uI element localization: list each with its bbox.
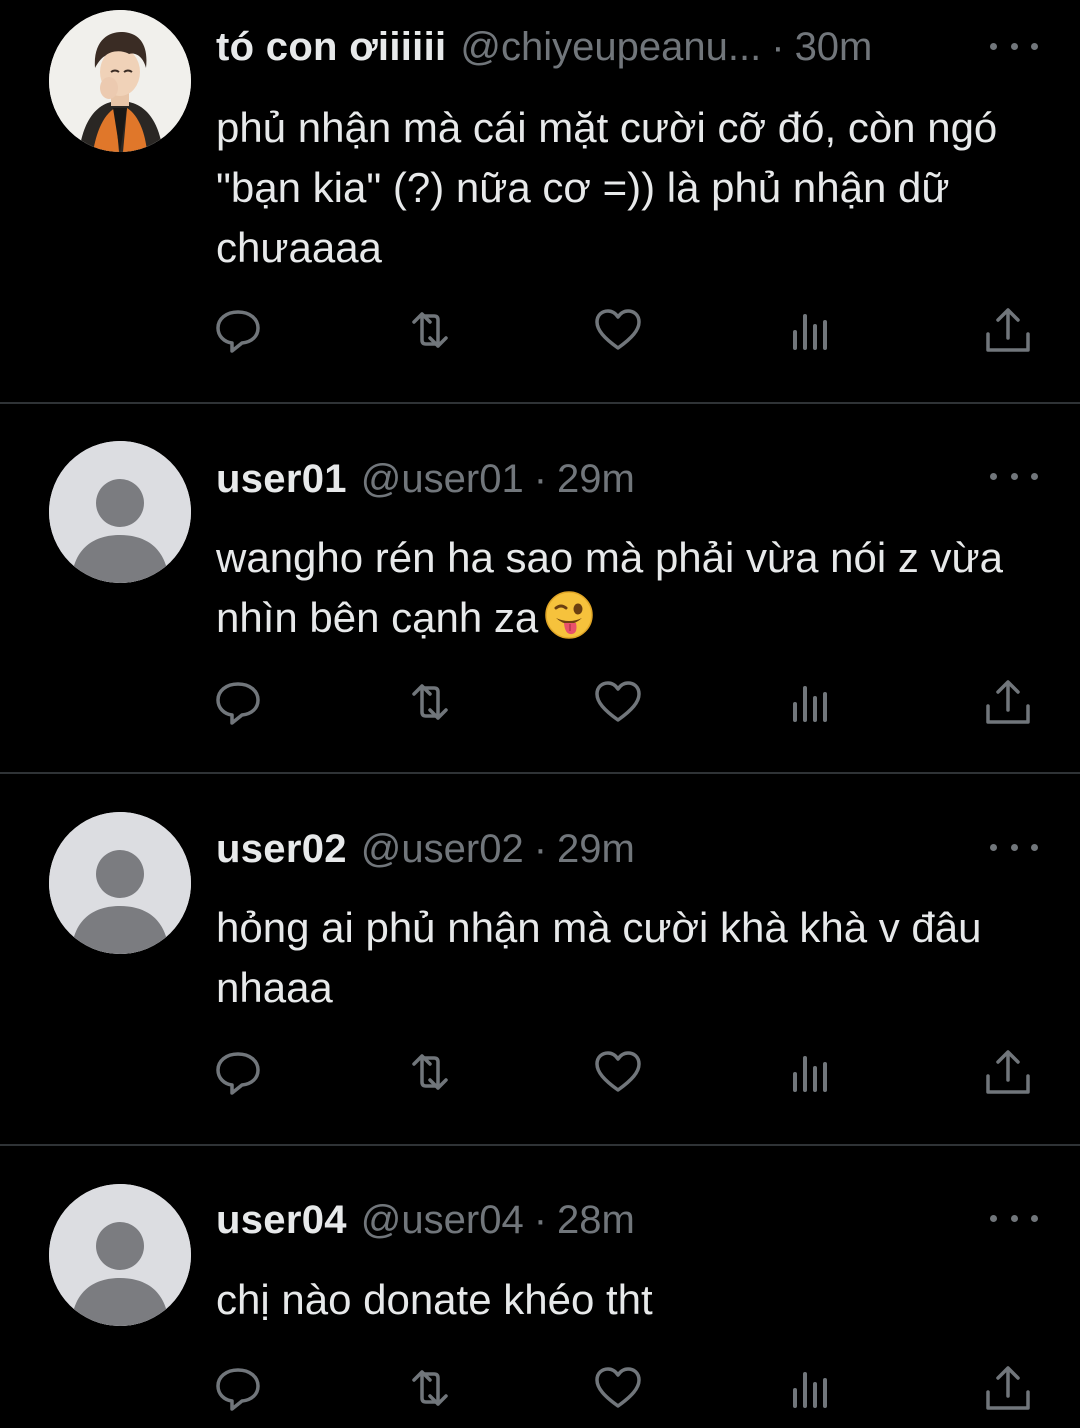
tweet-actions	[0, 1360, 1080, 1420]
retweet-icon[interactable]	[402, 1360, 458, 1416]
avatar[interactable]	[49, 441, 191, 583]
analytics-icon[interactable]	[782, 1360, 838, 1416]
avatar[interactable]	[49, 1184, 191, 1326]
reply-icon[interactable]	[210, 302, 266, 358]
like-icon[interactable]	[590, 674, 646, 730]
like-icon[interactable]	[590, 1360, 646, 1416]
tweet-text: phủ nhận mà cái mặt cười cỡ đó, còn ngó …	[216, 104, 998, 271]
tweet[interactable]: user04 @user04 · 28m chị nào donate khéo…	[0, 1146, 1080, 1428]
timestamp[interactable]: 30m	[795, 22, 873, 72]
display-name[interactable]: user04	[216, 1195, 347, 1245]
separator-dot: ·	[533, 1198, 548, 1242]
share-icon[interactable]	[980, 1044, 1036, 1100]
user-handle[interactable]: @user01	[361, 454, 524, 504]
user-handle[interactable]: @user02	[361, 824, 524, 874]
analytics-icon[interactable]	[782, 302, 838, 358]
timestamp[interactable]: 29m	[557, 454, 635, 504]
tweet[interactable]: tó con ơiiiiii @chiyeupeanu... · 30m phủ…	[0, 0, 1080, 402]
separator-dot: ·	[533, 827, 548, 871]
avatar[interactable]	[49, 10, 191, 152]
tweet-text: chị nào donate khéo tht	[216, 1276, 653, 1323]
retweet-icon[interactable]	[402, 674, 458, 730]
avatar[interactable]	[49, 812, 191, 954]
analytics-icon[interactable]	[782, 1044, 838, 1100]
reply-icon[interactable]	[210, 1360, 266, 1416]
timestamp[interactable]: 29m	[557, 824, 635, 874]
tweet[interactable]: user02 @user02 · 29m hỏng ai phủ nhận mà…	[0, 774, 1080, 1144]
user-handle[interactable]: @chiyeupeanu...	[460, 22, 761, 72]
tweet-actions	[0, 302, 1080, 362]
more-options-icon[interactable]	[990, 837, 1038, 857]
more-options-icon[interactable]	[990, 1208, 1038, 1228]
reply-icon[interactable]	[210, 674, 266, 730]
tweet[interactable]: user01 @user01 · 29m wangho rén ha sao m…	[0, 404, 1080, 772]
tweet-text-body: wangho rén ha sao mà phải vừa nói z vừa …	[216, 534, 1004, 641]
reply-icon[interactable]	[210, 1044, 266, 1100]
winking-face-with-tongue-icon	[544, 590, 594, 640]
share-icon[interactable]	[980, 302, 1036, 358]
user-handle[interactable]: @user04	[361, 1195, 524, 1245]
display-name[interactable]: user02	[216, 824, 347, 874]
retweet-icon[interactable]	[402, 1044, 458, 1100]
tweet-text: hỏng ai phủ nhận mà cười khà khà v đâu n…	[216, 904, 982, 1011]
more-options-icon[interactable]	[990, 36, 1038, 56]
display-name[interactable]: user01	[216, 454, 347, 504]
analytics-icon[interactable]	[782, 674, 838, 730]
more-options-icon[interactable]	[990, 466, 1038, 486]
tweet-actions	[0, 1044, 1080, 1104]
share-icon[interactable]	[980, 1360, 1036, 1416]
like-icon[interactable]	[590, 1044, 646, 1100]
separator-dot: ·	[533, 457, 548, 501]
tweet-text: wangho rén ha sao mà phải vừa nói z vừa …	[216, 528, 1046, 648]
display-name[interactable]: tó con ơiiiiii	[216, 22, 446, 72]
share-icon[interactable]	[980, 674, 1036, 730]
retweet-icon[interactable]	[402, 302, 458, 358]
separator-dot: ·	[771, 25, 785, 69]
tweet-actions	[0, 674, 1080, 734]
like-icon[interactable]	[590, 302, 646, 358]
timestamp[interactable]: 28m	[557, 1195, 635, 1245]
